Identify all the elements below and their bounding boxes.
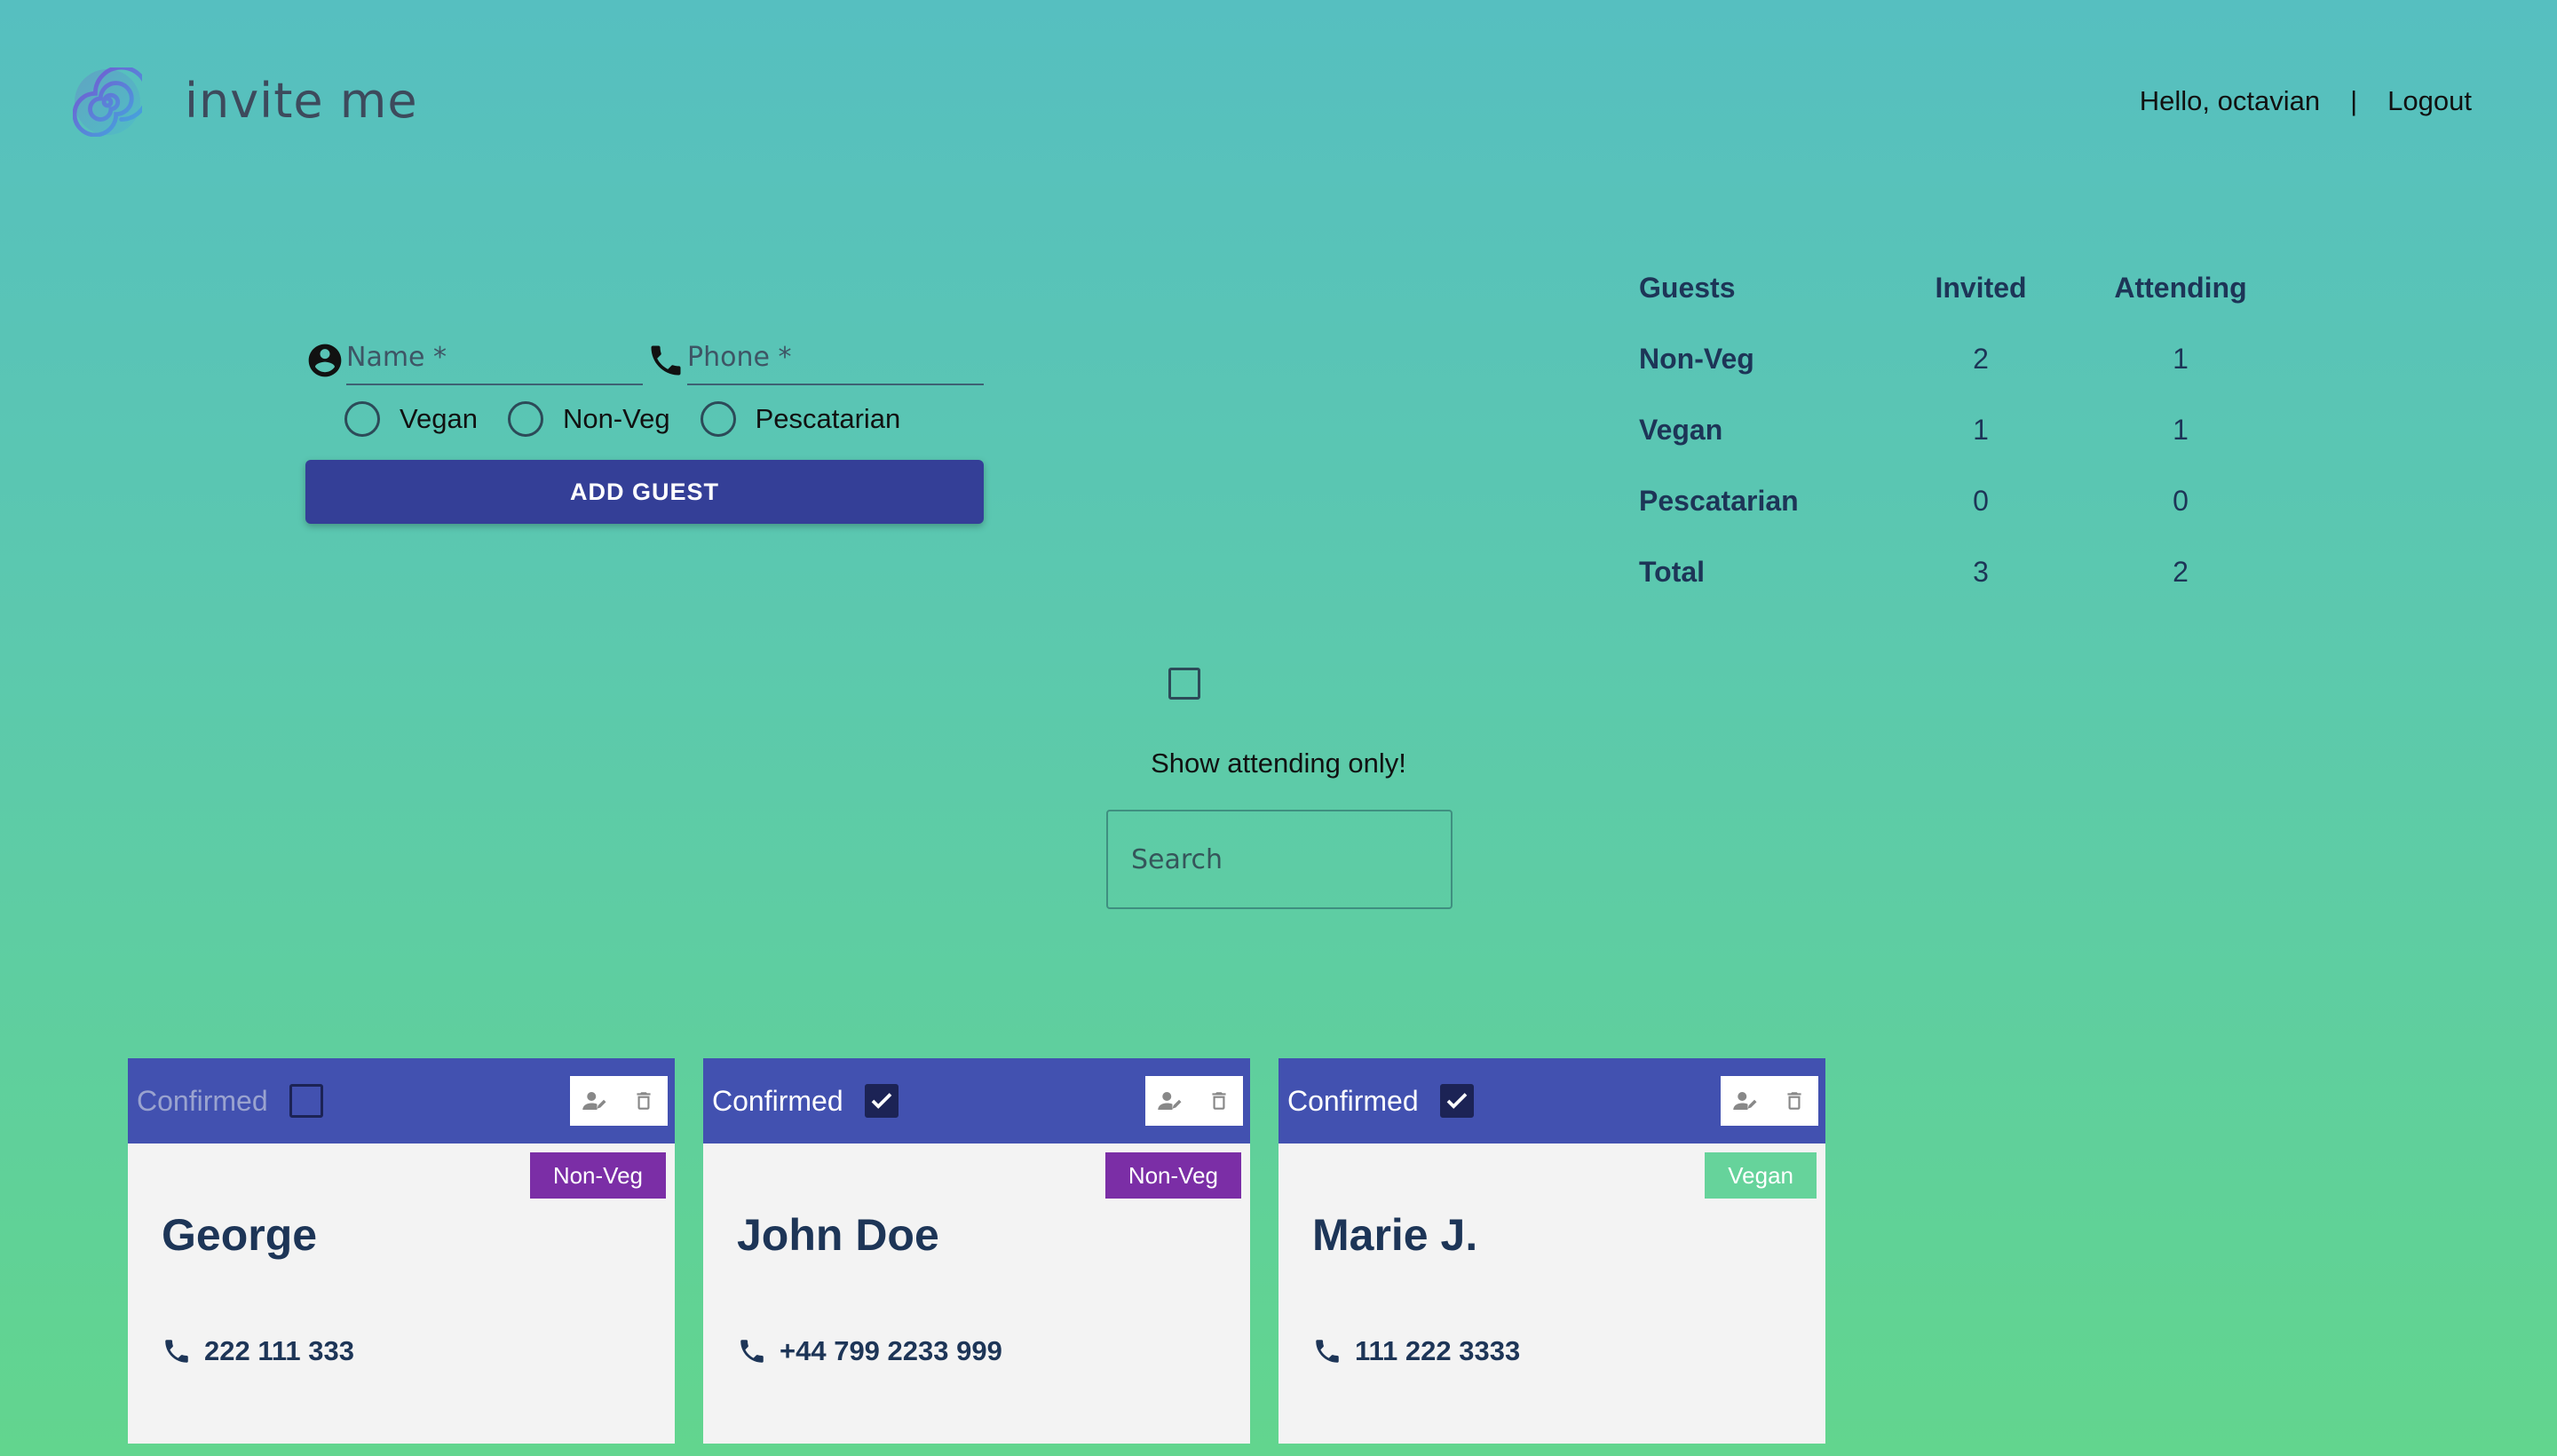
spiral-logo-icon[interactable] (73, 67, 142, 137)
search-input[interactable]: Search (1106, 810, 1453, 909)
name-input[interactable]: Name * (346, 330, 643, 385)
edit-user-icon[interactable] (570, 1076, 619, 1126)
phone-icon (740, 1340, 764, 1363)
radio-pescatarian[interactable]: Pescatarian (700, 401, 901, 437)
guest-phone-number: +44 799 2233 999 (780, 1335, 1002, 1366)
logout-link[interactable]: Logout (2387, 85, 2472, 117)
phone-icon (165, 1340, 188, 1363)
trash-icon[interactable] (619, 1076, 668, 1126)
guest-name: Marie J. (1312, 1210, 1478, 1260)
guest-card: Confirmed Non-Veg John Doe +44 799 2233 … (703, 1058, 1250, 1444)
account-circle-icon (308, 344, 342, 377)
diet-radio-group: Vegan Non-Veg Pescatarian (344, 401, 930, 437)
stats-header-attending: Attending (2114, 271, 2247, 304)
trash-icon[interactable] (1194, 1076, 1243, 1126)
stats-invited: 1 (1973, 413, 1989, 446)
stats-label: Vegan (1639, 413, 1723, 446)
radio-label: Non-Veg (562, 403, 670, 434)
stats-header-invited: Invited (1935, 271, 2027, 304)
phone-icon (651, 345, 681, 376)
radio-circle[interactable] (700, 401, 736, 437)
guest-card-header: Confirmed (703, 1058, 1250, 1143)
stats-label: Non-Veg (1639, 342, 1754, 375)
confirmed-label: Confirmed (1287, 1084, 1419, 1117)
guest-phone-number: 222 111 333 (204, 1335, 354, 1366)
radio-vegan[interactable]: Vegan (344, 401, 478, 437)
nav-separator: | (2350, 85, 2358, 116)
attending-only-checkbox[interactable] (1168, 668, 1200, 700)
check-icon (871, 1093, 891, 1109)
confirmed-label: Confirmed (712, 1084, 843, 1117)
guest-form-fields: Name * Phone * (305, 330, 984, 385)
stats-attending: 1 (2173, 413, 2189, 446)
stats-label: Pescatarian (1639, 484, 1799, 517)
card-actions (570, 1076, 668, 1126)
guest-card-header: Confirmed (128, 1058, 675, 1143)
diet-badge: Non-Veg (529, 1152, 666, 1199)
stats-invited: 0 (1973, 484, 1989, 517)
guest-card: Confirmed Non-Veg George 222 111 333 (128, 1058, 675, 1444)
card-actions (1145, 1076, 1243, 1126)
edit-user-icon[interactable] (1145, 1076, 1194, 1126)
brand-title: invite me (185, 73, 418, 129)
trash-icon[interactable] (1769, 1076, 1818, 1126)
guest-card-list: Confirmed Non-Veg George 222 111 333 Con… (128, 1058, 1854, 1444)
confirmed-checkbox[interactable] (289, 1084, 323, 1118)
guest-stats-table: Guests Invited Attending Non-Veg 2 1 Veg… (1639, 252, 2269, 607)
stats-header-row: Guests Invited Attending (1639, 252, 2269, 323)
guest-card-header: Confirmed (1278, 1058, 1825, 1143)
attending-only-label: Show attending only! (1151, 748, 1406, 779)
confirmed-label: Confirmed (137, 1084, 268, 1117)
radio-circle[interactable] (507, 401, 543, 437)
guest-phone: 222 111 333 (162, 1335, 354, 1367)
stats-label: Total (1639, 555, 1706, 588)
card-actions (1721, 1076, 1818, 1126)
check-icon (1446, 1093, 1467, 1109)
phone-icon (1316, 1340, 1339, 1363)
stats-attending: 1 (2173, 342, 2189, 375)
radio-non-veg[interactable]: Non-Veg (507, 401, 670, 437)
radio-label: Pescatarian (755, 403, 901, 434)
stats-row: Total 3 2 (1639, 536, 2269, 607)
radio-label: Vegan (400, 403, 478, 434)
diet-badge: Non-Veg (1104, 1152, 1241, 1199)
confirmed-checkbox[interactable] (864, 1084, 899, 1118)
phone-input[interactable]: Phone * (687, 330, 984, 385)
name-field-wrapper: Name * (305, 330, 643, 385)
diet-badge: Vegan (1705, 1152, 1817, 1199)
stats-attending: 0 (2173, 484, 2189, 517)
stats-row: Non-Veg 2 1 (1639, 323, 2269, 394)
stats-attending: 2 (2173, 555, 2189, 588)
guest-name: George (162, 1210, 318, 1260)
guest-card: Confirmed Vegan Marie J. 111 222 3333 (1278, 1058, 1825, 1444)
phone-field-wrapper: Phone * (646, 330, 984, 385)
guest-phone: 111 222 3333 (1312, 1335, 1520, 1367)
guest-phone-number: 111 222 3333 (1355, 1335, 1521, 1366)
guest-name: John Doe (737, 1210, 939, 1260)
user-nav: Hello, octavian | Logout (2140, 85, 2472, 117)
stats-row: Vegan 1 1 (1639, 394, 2269, 465)
add-guest-button[interactable]: ADD GUEST (305, 460, 984, 524)
stats-header-guests: Guests (1639, 271, 1736, 304)
stats-row: Pescatarian 0 0 (1639, 465, 2269, 536)
stats-invited: 3 (1973, 555, 1989, 588)
stats-invited: 2 (1973, 342, 1989, 375)
guest-phone: +44 799 2233 999 (737, 1335, 1002, 1367)
edit-user-icon[interactable] (1721, 1076, 1769, 1126)
radio-circle[interactable] (344, 401, 380, 437)
confirmed-checkbox[interactable] (1439, 1084, 1474, 1118)
greeting: Hello, octavian (2139, 85, 2321, 116)
